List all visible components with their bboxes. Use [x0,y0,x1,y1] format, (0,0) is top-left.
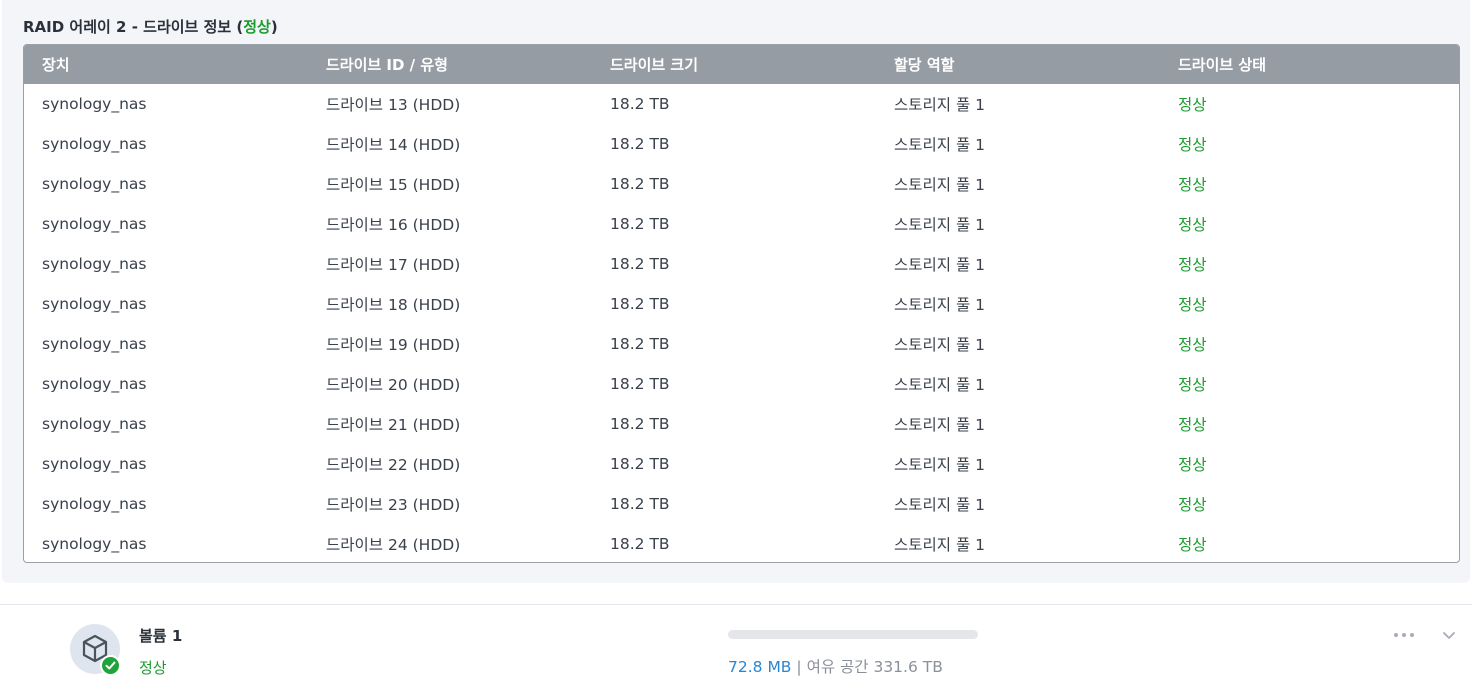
cell-drive-size: 18.2 TB [610,135,670,153]
cell-drive-id: 드라이브 20 (HDD) [326,376,461,394]
cell-role: 스토리지 풀 1 [894,136,986,154]
table-row[interactable]: synology_nas 드라이브 23 (HDD) 18.2 TB 스토리지 풀 1… [24,484,1459,524]
volume-status: 정상 [139,659,167,677]
cell-status: 정상 [1178,176,1207,194]
table-row[interactable]: synology_nas 드라이브 18 (HDD) 18.2 TB 스토리지 풀 1… [24,284,1459,324]
cell-device: synology_nas [42,215,147,233]
drive-table: 장치 드라이브 ID / 유형 드라이브 크기 할당 역할 드라이브 상태 sy… [23,44,1460,563]
chevron-down-icon[interactable] [1440,626,1458,644]
raid-drive-info-panel: RAID 어레이 2 - 드라이브 정보 (정상) 장치 드라이브 ID / 유… [2,0,1470,583]
cell-role: 스토리지 풀 1 [894,296,986,314]
cell-status: 정상 [1178,96,1207,114]
table-body: synology_nas 드라이브 13 (HDD) 18.2 TB 스토리지 풀 1… [24,84,1459,562]
check-icon [100,655,121,676]
cell-drive-size: 18.2 TB [610,95,670,113]
table-row[interactable]: synology_nas 드라이브 20 (HDD) 18.2 TB 스토리지 풀 1… [24,364,1459,404]
cell-drive-size: 18.2 TB [610,335,670,353]
cell-drive-id: 드라이브 23 (HDD) [326,496,461,514]
cell-drive-size: 18.2 TB [610,535,670,553]
column-header-device[interactable]: 장치 [42,54,70,75]
cell-drive-id: 드라이브 22 (HDD) [326,456,461,474]
cell-device: synology_nas [42,295,147,313]
cell-drive-id: 드라이브 19 (HDD) [326,336,461,354]
cell-drive-id: 드라이브 15 (HDD) [326,176,461,194]
table-row[interactable]: synology_nas 드라이브 16 (HDD) 18.2 TB 스토리지 풀 1… [24,204,1459,244]
column-header-drive-id[interactable]: 드라이브 ID / 유형 [326,54,448,75]
usage-bar [728,630,978,639]
usage-separator: | [796,658,802,676]
cell-role: 스토리지 풀 1 [894,216,986,234]
raid-title: RAID 어레이 2 - 드라이브 정보 (정상) [23,16,278,38]
raid-title-prefix: RAID 어레이 2 - 드라이브 정보 ( [23,18,244,36]
cell-device: synology_nas [42,135,147,153]
cell-role: 스토리지 풀 1 [894,496,986,514]
column-header-drive-size[interactable]: 드라이브 크기 [610,54,698,75]
table-row[interactable]: synology_nas 드라이브 13 (HDD) 18.2 TB 스토리지 풀 1… [24,84,1459,124]
cell-role: 스토리지 풀 1 [894,256,986,274]
more-options-button[interactable] [1393,626,1419,644]
cell-drive-size: 18.2 TB [610,455,670,473]
cell-status: 정상 [1178,416,1207,434]
cell-device: synology_nas [42,455,147,473]
cell-status: 정상 [1178,456,1207,474]
cell-drive-id: 드라이브 18 (HDD) [326,296,461,314]
cell-status: 정상 [1178,136,1207,154]
cell-drive-size: 18.2 TB [610,295,670,313]
raid-title-suffix: ) [270,18,278,36]
cell-drive-id: 드라이브 16 (HDD) [326,216,461,234]
table-row[interactable]: synology_nas 드라이브 21 (HDD) 18.2 TB 스토리지 풀 1… [24,404,1459,444]
cell-drive-id: 드라이브 21 (HDD) [326,416,461,434]
usage-text: 72.8 MB | 여유 공간 331.6 TB [728,655,943,677]
cell-status: 정상 [1178,296,1207,314]
cell-role: 스토리지 풀 1 [894,176,986,194]
cell-role: 스토리지 풀 1 [894,376,986,394]
cell-device: synology_nas [42,255,147,273]
cell-status: 정상 [1178,336,1207,354]
cell-role: 스토리지 풀 1 [894,336,986,354]
column-header-role[interactable]: 할당 역할 [894,54,954,75]
table-row[interactable]: synology_nas 드라이브 15 (HDD) 18.2 TB 스토리지 풀 1… [24,164,1459,204]
table-row[interactable]: synology_nas 드라이브 24 (HDD) 18.2 TB 스토리지 풀 1… [24,524,1459,562]
table-row[interactable]: synology_nas 드라이브 14 (HDD) 18.2 TB 스토리지 풀 1… [24,124,1459,164]
cell-drive-size: 18.2 TB [610,215,670,233]
raid-title-status: 정상 [243,18,271,36]
cell-drive-size: 18.2 TB [610,495,670,513]
cell-drive-id: 드라이브 14 (HDD) [326,136,461,154]
cell-status: 정상 [1178,496,1207,514]
cell-role: 스토리지 풀 1 [894,536,986,554]
cell-drive-size: 18.2 TB [610,375,670,393]
used-space: 72.8 MB [728,658,792,676]
free-space: 여유 공간 331.6 TB [806,658,943,676]
cell-device: synology_nas [42,95,147,113]
table-row[interactable]: synology_nas 드라이브 19 (HDD) 18.2 TB 스토리지 풀 1… [24,324,1459,364]
cell-device: synology_nas [42,495,147,513]
cell-status: 정상 [1178,536,1207,554]
cell-drive-id: 드라이브 24 (HDD) [326,536,461,554]
cell-device: synology_nas [42,535,147,553]
cell-role: 스토리지 풀 1 [894,416,986,434]
cell-status: 정상 [1178,256,1207,274]
table-header: 장치 드라이브 ID / 유형 드라이브 크기 할당 역할 드라이브 상태 [24,45,1459,84]
cell-device: synology_nas [42,415,147,433]
cell-device: synology_nas [42,375,147,393]
cell-drive-size: 18.2 TB [610,175,670,193]
cell-status: 정상 [1178,376,1207,394]
cell-status: 정상 [1178,216,1207,234]
cell-drive-size: 18.2 TB [610,255,670,273]
table-row[interactable]: synology_nas 드라이브 22 (HDD) 18.2 TB 스토리지 풀 1… [24,444,1459,484]
column-header-status[interactable]: 드라이브 상태 [1178,54,1266,75]
cell-role: 스토리지 풀 1 [894,456,986,474]
cell-drive-id: 드라이브 13 (HDD) [326,96,461,114]
cell-device: synology_nas [42,335,147,353]
cell-drive-id: 드라이브 17 (HDD) [326,256,461,274]
cell-role: 스토리지 풀 1 [894,96,986,114]
cell-device: synology_nas [42,175,147,193]
cell-drive-size: 18.2 TB [610,415,670,433]
volume-name[interactable]: 볼륨 1 [139,625,182,646]
section-divider [0,604,1472,605]
table-row[interactable]: synology_nas 드라이브 17 (HDD) 18.2 TB 스토리지 풀 1… [24,244,1459,284]
